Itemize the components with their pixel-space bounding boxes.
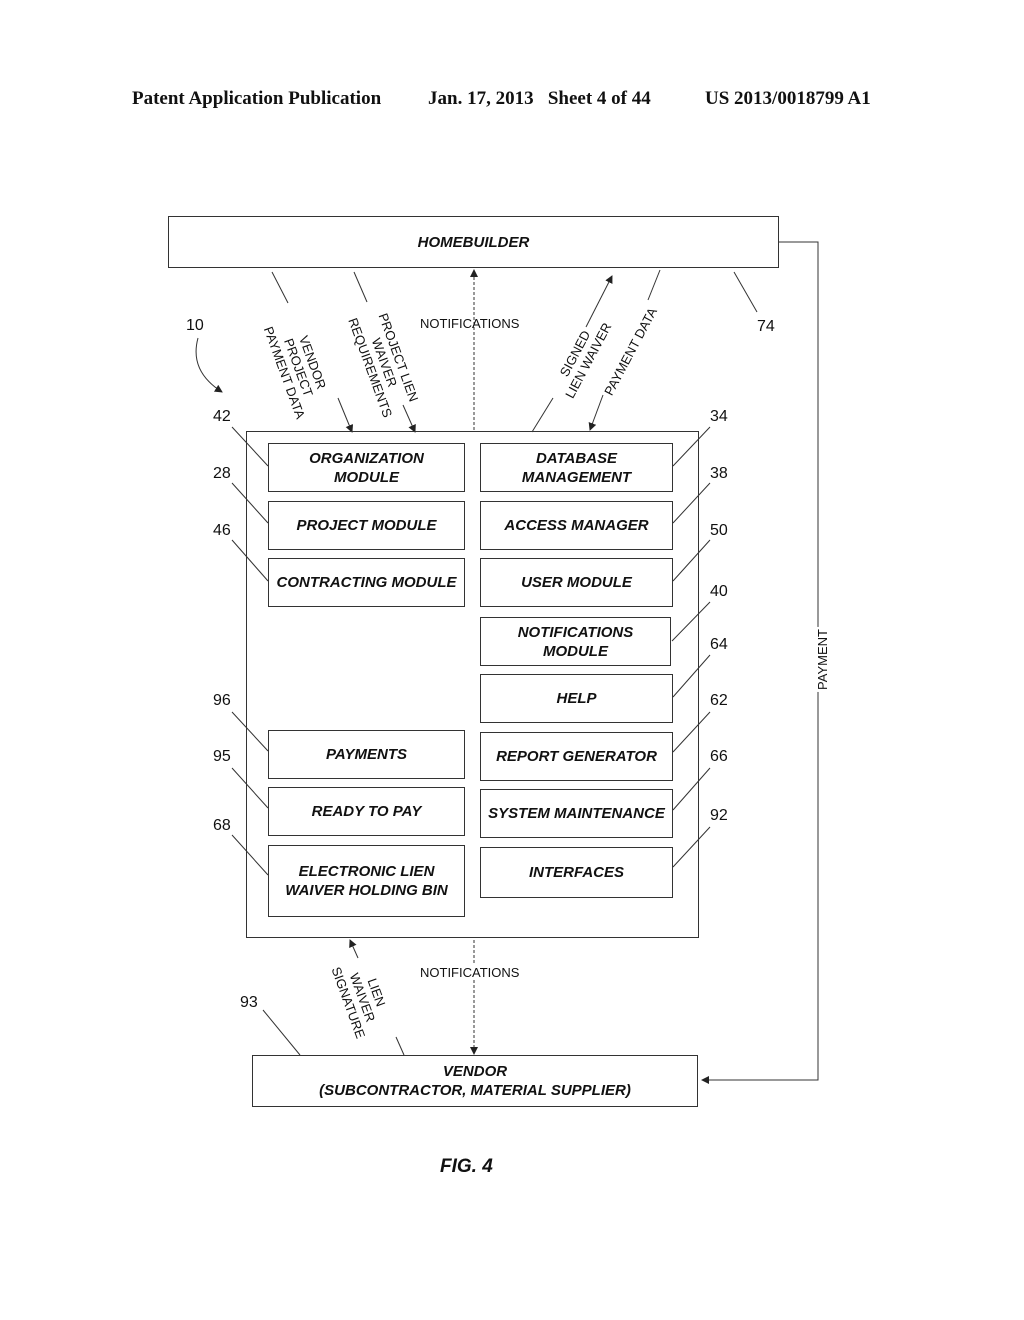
module-project: PROJECT MODULE [268,501,465,550]
module-notifications: NOTIFICATIONS MODULE [480,617,671,666]
module-user: USER MODULE [480,558,673,607]
module-payments: PAYMENTS [268,730,465,779]
module-label: REPORT GENERATOR [496,748,657,765]
ref-28: 28 [213,465,231,482]
arrow-system-10 [195,337,223,393]
ref-92: 92 [710,807,728,824]
vendor-box: VENDOR (SUBCONTRACTOR, MATERIAL SUPPLIER… [252,1055,698,1107]
homebuilder-label: HOMEBUILDER [417,233,530,251]
leader-line-74 [733,271,758,313]
ref-46: 46 [213,522,231,539]
module-label: DATABASE MANAGEMENT [521,449,632,486]
leader-line [395,1036,405,1056]
module-label: ELECTRONIC LIEN WAIVER HOLDING BIN [285,863,448,899]
figure-label: FIG. 4 [440,1156,493,1177]
module-label: ACCESS MANAGER [504,517,649,534]
module-label: READY TO PAY [311,803,422,820]
ref-64: 64 [710,636,728,653]
module-label: CONTRACTING MODULE [276,574,457,591]
ref-74: 74 [757,318,775,335]
module-label: ORGANIZATION MODULE [309,449,424,486]
leader-line-93 [262,1009,301,1056]
module-organization: ORGANIZATION MODULE [268,443,465,492]
module-access-manager: ACCESS MANAGER [480,501,673,550]
module-label: PAYMENTS [325,746,408,763]
ref-66: 66 [710,748,728,765]
ref-34: 34 [710,408,728,425]
module-label: USER MODULE [521,574,632,591]
ref-10: 10 [186,317,204,334]
ref-96: 96 [213,692,231,709]
module-system-maintenance: SYSTEM MAINTENANCE [480,789,673,838]
ref-42: 42 [213,408,231,425]
module-help: HELP [480,674,673,723]
arrow-payment-data [588,394,604,431]
ref-40: 40 [710,583,728,600]
arrow-lien-waiver-signature [349,939,359,959]
module-database-management: DATABASE MANAGEMENT [480,443,673,492]
payment-loop-line [701,241,819,1084]
module-electronic-lien-waiver-holding-bin: ELECTRONIC LIEN WAIVER HOLDING BIN [268,845,465,917]
vendor-label: VENDOR (SUBCONTRACTOR, MATERIAL SUPPLIER… [319,1063,631,1099]
ref-50: 50 [710,522,728,539]
module-label: HELP [556,690,597,707]
module-contracting: CONTRACTING MODULE [268,558,465,607]
homebuilder-box: HOMEBUILDER [168,216,779,268]
arrow-vendor-project-payment-data [337,397,354,433]
leader-line [271,271,289,304]
module-label: INTERFACES [528,864,624,881]
module-ready-to-pay: READY TO PAY [268,787,465,836]
ref-93: 93 [240,994,258,1011]
label-notifications-top: NOTIFICATIONS [420,316,520,331]
ref-68: 68 [213,817,231,834]
ref-95: 95 [213,748,231,765]
label-notifications-bottom: NOTIFICATIONS [420,965,520,980]
module-report-generator: REPORT GENERATOR [480,732,673,781]
ref-38: 38 [710,465,728,482]
leader-line [647,269,661,301]
module-label: PROJECT MODULE [296,517,437,534]
module-label: SYSTEM MAINTENANCE [488,805,665,822]
leader-line [531,397,554,433]
module-interfaces: INTERFACES [480,847,673,898]
leader-line [353,271,368,303]
module-label: NOTIFICATIONS MODULE [517,623,634,660]
ref-62: 62 [710,692,728,709]
label-payment: PAYMENT [814,627,830,692]
